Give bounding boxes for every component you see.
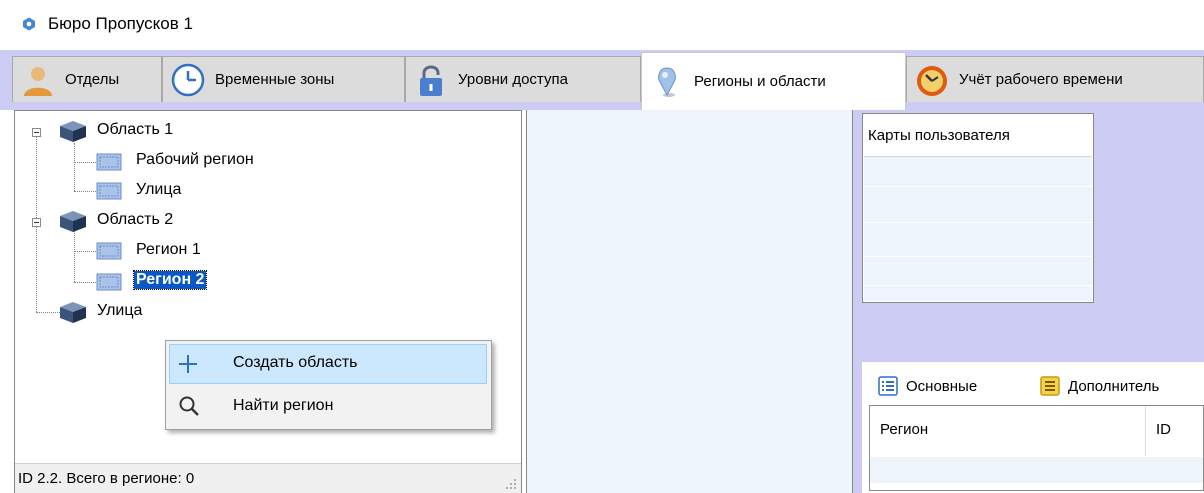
row-divider [864, 256, 1092, 257]
menu-label-create-area: Создать область [233, 354, 358, 371]
grid-row[interactable] [870, 457, 1203, 483]
tree-connector [74, 143, 75, 191]
status-text: ID 2.2. Всего в регионе: 0 [18, 470, 195, 487]
cube-area-icon [60, 302, 86, 323]
tab-label: Основные [906, 377, 978, 395]
user-cards-header: Карты пользователя [868, 127, 1010, 144]
clock-icon [171, 63, 205, 96]
menu-label-find-region: Найти регион [233, 397, 334, 414]
location-pin-icon [658, 66, 676, 97]
tab-label: Временные зоны [215, 71, 335, 88]
regions-tree-panel[interactable] [14, 110, 522, 493]
region-icon [96, 182, 122, 200]
tree-node-area-2[interactable]: Область 2 [97, 211, 173, 229]
person-icon [24, 66, 52, 96]
plus-icon [179, 355, 197, 373]
row-divider [864, 285, 1092, 286]
tree-connector [74, 191, 96, 192]
app-hexagon-icon [23, 17, 35, 31]
tab-label: Регионы и области [694, 73, 826, 90]
column-divider[interactable] [1145, 406, 1146, 456]
tab-label: Отделы [65, 71, 120, 88]
list-yellow-icon [1040, 376, 1060, 396]
tab-work-time[interactable]: Учёт рабочего времени [906, 56, 1204, 102]
stopwatch-icon [917, 65, 947, 96]
tab-label: Учёт рабочего времени [959, 71, 1123, 88]
row-divider [864, 156, 1092, 157]
region-icon [96, 273, 122, 291]
tree-node-region-1[interactable]: Регион 1 [136, 241, 201, 259]
tree-node-work-region[interactable]: Рабочий регион [136, 151, 254, 169]
search-icon [179, 396, 199, 416]
window-title: Бюро Пропусков 1 [48, 14, 193, 33]
tree-connector [74, 231, 75, 282]
tree-node-street-region[interactable]: Улица [136, 181, 181, 199]
resize-grip-icon[interactable] [505, 478, 517, 490]
tab-departments[interactable]: Отделы [12, 56, 162, 102]
tree-connector [74, 162, 96, 163]
list-blue-icon [878, 376, 898, 396]
tree-connector [36, 312, 60, 313]
region-icon [96, 242, 122, 260]
user-cards-rows [864, 156, 1092, 301]
collapse-icon[interactable] [32, 128, 41, 137]
tree-node-street-area[interactable]: Улица [97, 302, 142, 320]
row-divider [864, 186, 1092, 187]
tab-main[interactable]: Основные [878, 370, 977, 402]
tab-additional[interactable]: Дополнитель [1040, 370, 1159, 402]
region-icon [96, 153, 122, 171]
lock-icon [420, 65, 442, 96]
tree-connector [74, 251, 96, 252]
tab-time-zones[interactable]: Временные зоны [162, 56, 405, 102]
tab-label: Уровни доступа [458, 71, 568, 88]
cube-area-icon [60, 211, 86, 232]
tab-access-levels[interactable]: Уровни доступа [405, 56, 641, 102]
row-divider [864, 222, 1092, 223]
tab-label: Дополнитель [1068, 377, 1160, 395]
cube-area-icon [60, 121, 86, 142]
column-header-region[interactable]: Регион [880, 421, 928, 438]
tree-node-area-1[interactable]: Область 1 [97, 121, 173, 139]
tab-regions-areas[interactable]: Регионы и области [641, 52, 906, 110]
column-header-id[interactable]: ID [1156, 421, 1171, 438]
tree-connector [74, 282, 96, 283]
middle-panel [526, 110, 853, 493]
collapse-icon[interactable] [32, 218, 41, 227]
tree-node-region-2-selected[interactable]: Регион 2 [132, 270, 208, 290]
